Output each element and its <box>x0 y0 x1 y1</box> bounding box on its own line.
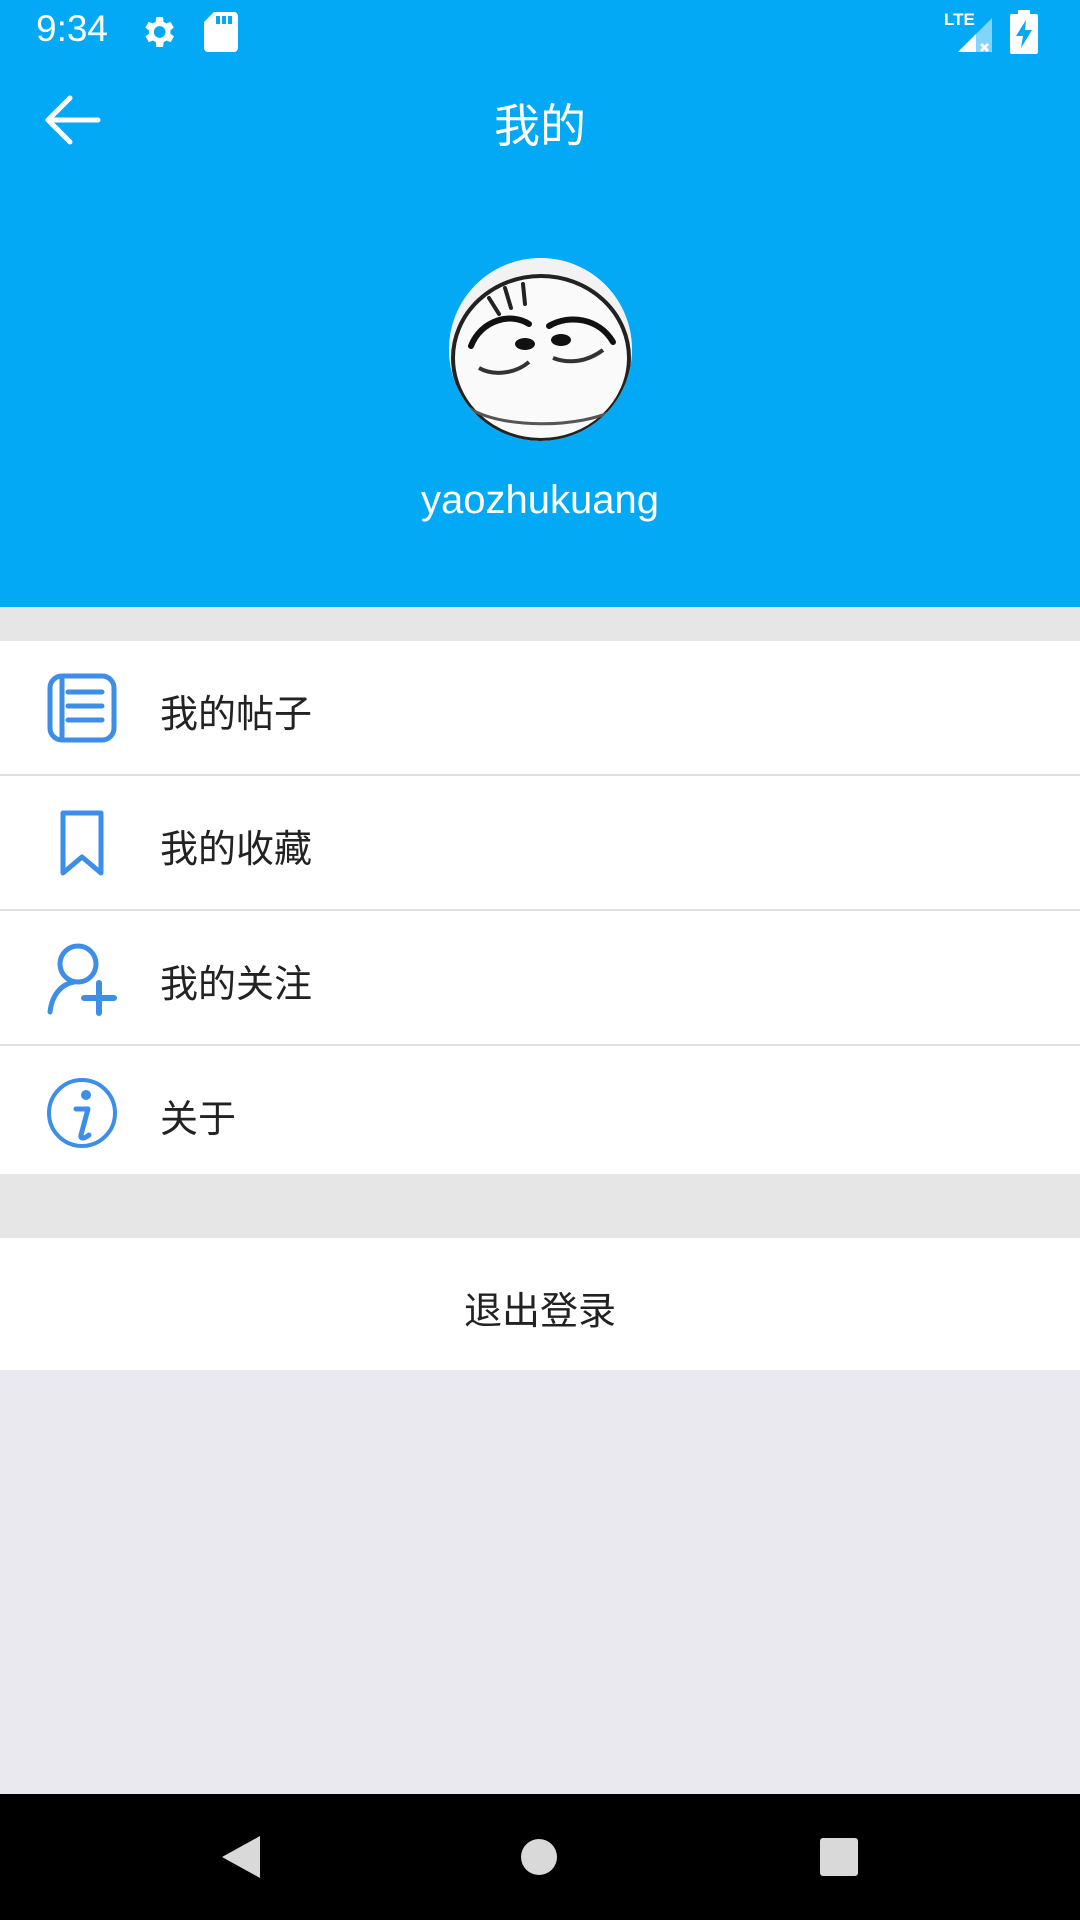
section-divider <box>0 1174 1080 1238</box>
sd-card-icon <box>204 12 238 52</box>
menu-list: 我的帖子 我的收藏 我的关注 关于 <box>0 641 1080 1179</box>
menu-item-label: 我的帖子 <box>160 692 313 736</box>
menu-item-label: 我的关注 <box>160 962 313 1006</box>
avatar[interactable] <box>449 258 632 441</box>
avatar-image <box>449 258 632 441</box>
menu-item-my-posts[interactable]: 我的帖子 <box>0 641 1080 776</box>
posts-list-icon <box>47 673 117 743</box>
settings-gear-icon <box>145 17 174 47</box>
battery-charging-icon <box>1010 10 1038 54</box>
status-time: 9:34 <box>36 8 109 49</box>
logout-button[interactable]: 退出登录 <box>0 1238 1080 1370</box>
recents-square-icon[interactable] <box>818 1836 860 1878</box>
logout-label: 退出登录 <box>463 1289 616 1333</box>
menu-item-my-favorites[interactable]: 我的收藏 <box>0 776 1080 911</box>
info-icon <box>47 1078 117 1148</box>
profile-header: 9:34 LTE 我的 yaozhukuang <box>0 0 1080 607</box>
home-circle-icon[interactable] <box>518 1836 560 1878</box>
menu-item-about[interactable]: 关于 <box>0 1046 1080 1179</box>
username: yaozhukuang <box>421 478 659 522</box>
back-triangle-icon[interactable] <box>218 1832 264 1882</box>
section-divider <box>0 607 1080 641</box>
lte-signal-icon: LTE <box>944 10 994 54</box>
follow-user-plus-icon <box>47 943 117 1016</box>
bookmark-icon <box>60 810 104 876</box>
menu-item-my-follows[interactable]: 我的关注 <box>0 911 1080 1046</box>
menu-item-label: 我的收藏 <box>160 827 313 871</box>
menu-item-label: 关于 <box>160 1097 237 1141</box>
page-title: 我的 <box>494 99 586 153</box>
system-nav-bar <box>0 1794 1080 1920</box>
status-bar: 9:34 LTE <box>0 0 1080 62</box>
